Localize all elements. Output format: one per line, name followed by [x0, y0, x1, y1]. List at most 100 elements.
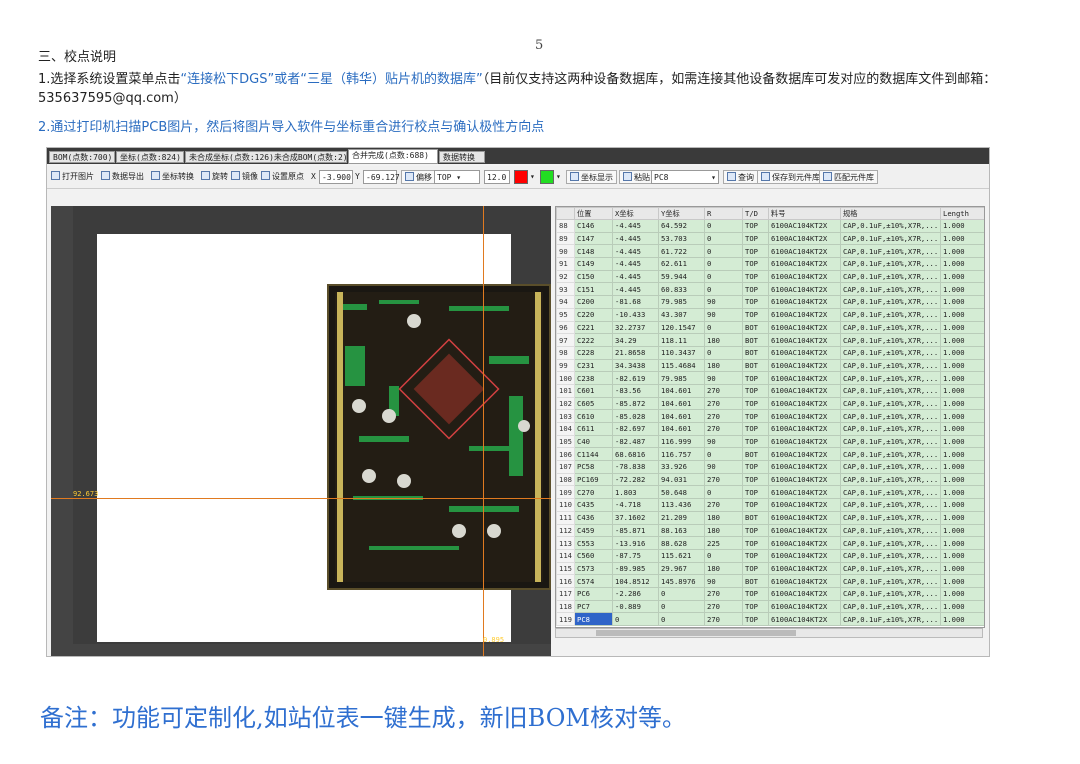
table-cell[interactable]: CAP,0.1uF,±10%,X7R,... — [840, 333, 941, 347]
table-cell[interactable]: 6100AC104KT2X — [768, 396, 841, 411]
table-row[interactable]: 93 C151 -4.445 60.833 0 TOP 6100AC104KT2X CAP,0… — [556, 282, 984, 297]
red-color-picker[interactable] — [514, 170, 528, 184]
table-cell[interactable]: 120.1547 — [658, 320, 705, 335]
table-cell[interactable]: C228 — [574, 345, 613, 360]
table-cell[interactable]: 180 — [704, 561, 743, 576]
table-cell[interactable]: TOP — [742, 599, 769, 614]
table-row[interactable]: 115 C573 -89.985 29.967 180 TOP 6100AC104KT2X C… — [556, 561, 984, 576]
tab-data-convert[interactable]: 数据转换 — [439, 151, 485, 163]
table-cell[interactable]: 6100AC104KT2X — [768, 219, 841, 233]
table-cell[interactable]: -13.916 — [612, 536, 659, 550]
table-cell[interactable]: TOP — [742, 472, 769, 487]
table-cell[interactable]: 50.648 — [658, 485, 705, 500]
table-cell[interactable]: C238 — [574, 371, 613, 385]
table-cell[interactable]: TOP — [742, 269, 769, 284]
table-cell[interactable]: 1.000 — [940, 599, 984, 614]
table-cell[interactable]: TOP — [742, 523, 769, 538]
table-cell[interactable]: 1.000 — [940, 231, 984, 246]
table-cell[interactable]: 6100AC104KT2X — [768, 460, 841, 474]
table-row[interactable]: 112 C459 -85.871 88.163 180 TOP 6100AC104KT2X C… — [556, 523, 984, 538]
table-cell[interactable]: 1.000 — [940, 333, 984, 347]
table-cell[interactable]: TOP — [742, 371, 769, 385]
table-cell[interactable]: CAP,0.1uF,±10%,X7R,... — [840, 472, 941, 487]
table-cell[interactable]: TOP — [742, 548, 769, 563]
show-coord-button[interactable]: 坐标显示 — [566, 170, 617, 184]
table-cell[interactable]: 88.163 — [658, 523, 705, 538]
table-cell[interactable]: TOP — [742, 409, 769, 423]
table-row[interactable]: 105 C40 -82.487 116.999 90 TOP 6100AC104KT2X CA… — [556, 434, 984, 449]
table-row[interactable]: 106 C1144 68.6816 116.757 0 BOT 6100AC104KT2X C… — [556, 447, 984, 462]
save-to-lib-button[interactable]: 保存到元件库 — [757, 170, 824, 184]
table-cell[interactable]: 34.29 — [612, 333, 659, 347]
table-cell[interactable]: 115.4684 — [658, 358, 705, 373]
table-cell[interactable]: 1.000 — [940, 510, 984, 525]
table-cell[interactable]: TOP — [742, 282, 769, 297]
table-cell[interactable]: 116.757 — [658, 447, 705, 462]
table-cell[interactable]: -85.871 — [612, 523, 659, 538]
table-cell[interactable]: 53.703 — [658, 231, 705, 246]
table-cell[interactable]: BOT — [742, 574, 769, 588]
table-cell[interactable]: TOP — [742, 536, 769, 550]
table-cell[interactable]: C146 — [574, 219, 613, 233]
table-cell[interactable]: TOP — [742, 422, 769, 436]
table-cell[interactable]: -83.56 — [612, 383, 659, 398]
table-cell[interactable]: 110.3437 — [658, 345, 705, 360]
table-cell[interactable]: C270 — [574, 485, 613, 500]
tab-coords[interactable]: 坐标(点数:824) — [116, 151, 184, 163]
table-cell[interactable]: 0 — [704, 244, 743, 259]
table-cell[interactable]: 79.985 — [658, 295, 705, 309]
table-cell[interactable]: CAP,0.1uF,±10%,X7R,... — [840, 307, 941, 322]
table-cell[interactable]: -85.872 — [612, 396, 659, 411]
query-button[interactable]: 查询 — [723, 170, 758, 184]
table-row[interactable]: 95 C220 -10.433 43.307 90 TOP 6100AC104KT2X CAP… — [556, 307, 984, 322]
table-cell[interactable]: 180 — [704, 523, 743, 538]
table-cell[interactable]: 6100AC104KT2X — [768, 472, 841, 487]
table-cell[interactable]: BOT — [742, 333, 769, 347]
table-cell[interactable]: 6100AC104KT2X — [768, 383, 841, 398]
table-cell[interactable]: 0 — [704, 320, 743, 335]
table-cell[interactable]: -82.697 — [612, 422, 659, 436]
table-cell[interactable]: CAP,0.1uF,±10%,X7R,... — [840, 282, 941, 297]
table-cell[interactable]: C610 — [574, 409, 613, 423]
table-cell[interactable]: C605 — [574, 396, 613, 411]
x-input[interactable]: -3.900 — [319, 170, 353, 184]
table-cell[interactable]: CAP,0.1uF,±10%,X7R,... — [840, 371, 941, 385]
table-cell[interactable]: CAP,0.1uF,±10%,X7R,... — [840, 510, 941, 525]
table-cell[interactable]: CAP,0.1uF,±10%,X7R,... — [840, 219, 941, 233]
table-cell[interactable]: C611 — [574, 422, 613, 436]
table-row[interactable]: 114 C560 -87.75 115.621 0 TOP 6100AC104KT2X CAP… — [556, 548, 984, 563]
table-cell[interactable]: 104.601 — [658, 422, 705, 436]
table-cell[interactable]: 270 — [704, 599, 743, 614]
table-cell[interactable]: TOP — [742, 561, 769, 576]
table-cell[interactable]: 6100AC104KT2X — [768, 345, 841, 360]
table-cell[interactable]: 6100AC104KT2X — [768, 434, 841, 449]
table-cell[interactable]: 6100AC104KT2X — [768, 485, 841, 500]
table-cell[interactable]: C148 — [574, 244, 613, 259]
table-cell[interactable]: 6100AC104KT2X — [768, 409, 841, 423]
horizontal-scrollbar[interactable] — [555, 628, 983, 638]
table-row[interactable]: 103 C610 -85.028 104.601 270 TOP 6100AC104KT2X… — [556, 409, 984, 423]
table-cell[interactable]: 0 — [658, 599, 705, 614]
table-row[interactable]: 100 C238 -82.619 79.985 90 TOP 6100AC104KT2X CA… — [556, 371, 984, 385]
table-cell[interactable]: 1.000 — [940, 460, 984, 474]
table-cell[interactable]: 94.031 — [658, 472, 705, 487]
table-cell[interactable]: CAP,0.1uF,±10%,X7R,... — [840, 345, 941, 360]
table-cell[interactable]: C601 — [574, 383, 613, 398]
column-header[interactable]: Y坐标 — [658, 207, 705, 220]
table-cell[interactable]: -10.433 — [612, 307, 659, 322]
table-cell[interactable]: 43.307 — [658, 307, 705, 322]
table-cell[interactable]: TOP — [742, 231, 769, 246]
table-cell[interactable]: 1.000 — [940, 472, 984, 487]
table-cell[interactable]: 32.2737 — [612, 320, 659, 335]
table-cell[interactable]: -82.619 — [612, 371, 659, 385]
table-cell[interactable]: C200 — [574, 295, 613, 309]
table-cell[interactable]: 104.601 — [658, 396, 705, 411]
table-cell[interactable]: 1.000 — [940, 434, 984, 449]
column-header[interactable]: T/D — [742, 207, 769, 220]
table-cell[interactable]: 6100AC104KT2X — [768, 320, 841, 335]
column-header[interactable]: Length — [940, 207, 984, 220]
table-row[interactable]: 90 C148 -4.445 61.722 0 TOP 6100AC104KT2X CAP,0… — [556, 244, 984, 259]
table-row[interactable]: 108 PC169 -72.282 94.031 270 TOP 6100AC104KT2X… — [556, 472, 984, 487]
table-cell[interactable]: C231 — [574, 358, 613, 373]
table-cell[interactable]: C560 — [574, 548, 613, 563]
